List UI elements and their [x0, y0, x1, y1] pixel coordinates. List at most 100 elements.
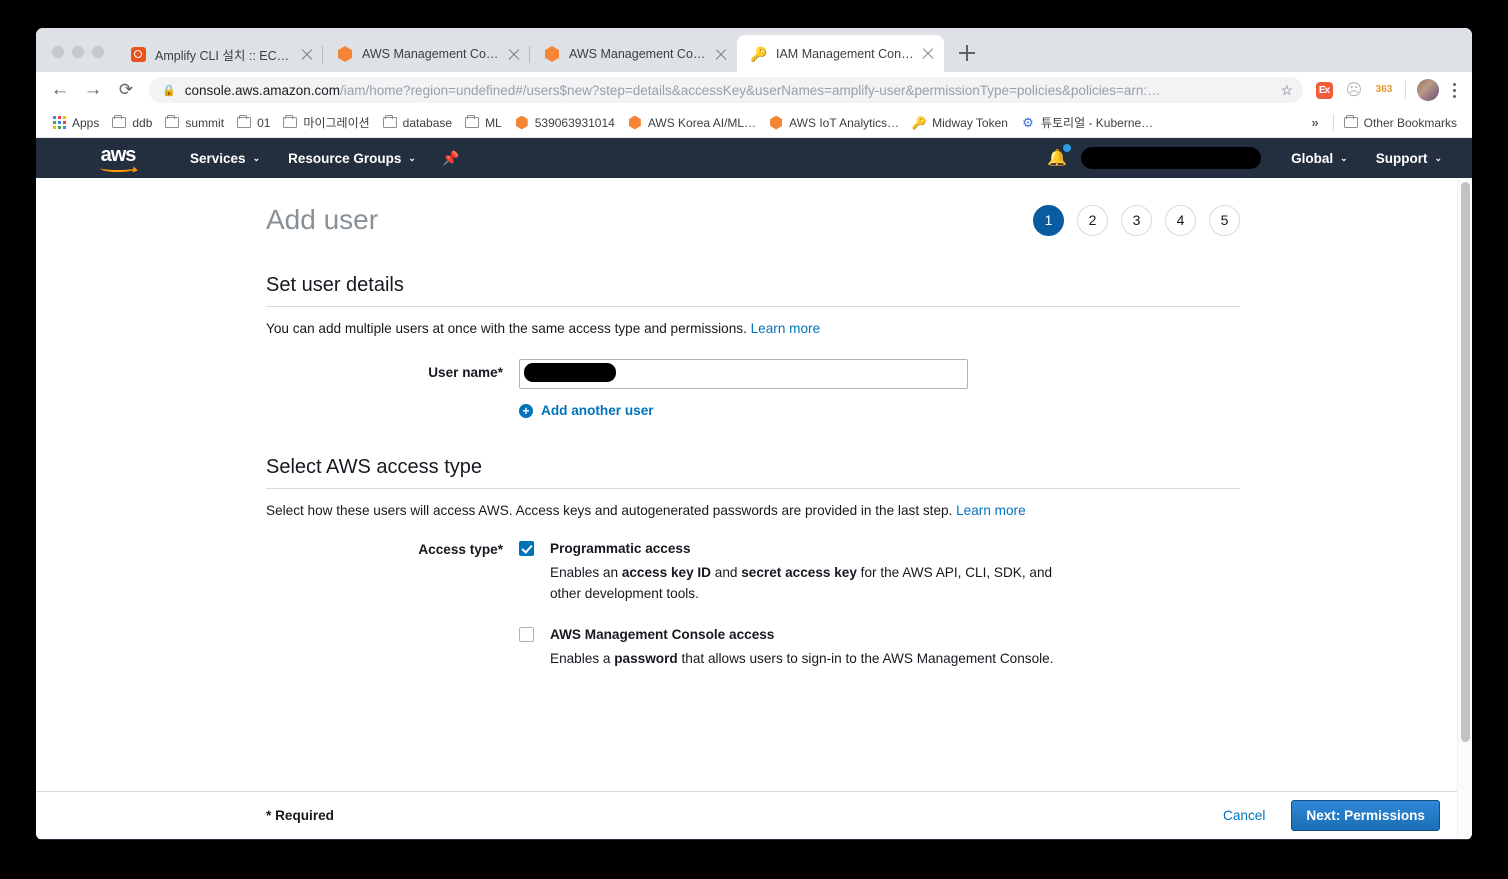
bookmark-star-icon[interactable]: ☆	[1280, 82, 1293, 99]
scrollbar-thumb[interactable]	[1461, 182, 1470, 742]
programmatic-access-texts: Programmatic access Enables an access ke…	[542, 540, 1075, 604]
access-type-options: Programmatic access Enables an access ke…	[519, 540, 1240, 669]
bookmark-migration[interactable]: 마이그레이션	[277, 112, 376, 133]
aws-logo[interactable]: aws	[88, 145, 148, 172]
key-icon: 🔑	[750, 45, 768, 62]
close-tab-icon[interactable]	[920, 46, 936, 62]
services-label: Services	[190, 150, 246, 166]
address-bar[interactable]: 🔒 console.aws.amazon.com/iam/home?region…	[149, 77, 1303, 103]
maximize-window-button[interactable]	[92, 46, 104, 58]
console-access-option[interactable]: AWS Management Console access Enables a …	[519, 626, 1240, 669]
close-tab-icon[interactable]	[299, 46, 315, 62]
step-5[interactable]: 5	[1209, 204, 1240, 236]
back-icon[interactable]: ←	[46, 76, 74, 104]
new-tab-button[interactable]	[952, 38, 982, 68]
step-2[interactable]: 2	[1077, 204, 1108, 236]
desc-part: Enables a	[550, 651, 615, 666]
ex-extension-icon[interactable]: Ex	[1312, 78, 1336, 102]
minimize-window-button[interactable]	[72, 46, 84, 58]
window-controls[interactable]	[36, 46, 116, 72]
add-another-user-button[interactable]: + Add another user	[519, 403, 1240, 418]
learn-more-link-user-details[interactable]: Learn more	[751, 321, 821, 336]
bookmarks-overflow-icon[interactable]: »	[1301, 115, 1328, 130]
bookmark-account-id[interactable]: 539063931014	[509, 114, 622, 132]
kebab-menu-icon[interactable]	[1444, 82, 1464, 98]
folder-icon	[111, 114, 127, 128]
bookmark-kubernetes-tutorial[interactable]: ⚙ 튜토리얼 - Kuberne…	[1015, 112, 1160, 133]
support-label: Support	[1375, 150, 1428, 166]
lock-icon: 🔒	[162, 84, 176, 97]
aws-cube-icon	[514, 115, 530, 130]
amplify-icon	[130, 46, 146, 62]
bookmark-label: ddb	[132, 115, 153, 130]
resource-groups-menu[interactable]: Resource Groups ⌄	[274, 138, 430, 178]
bookmark-01[interactable]: 01	[231, 114, 277, 132]
tab-title: AWS Management Console	[362, 47, 500, 61]
page-scrollbar[interactable]	[1457, 178, 1472, 839]
amazon-assistant-icon[interactable]: 363	[1372, 78, 1396, 102]
other-bookmarks-folder[interactable]: Other Bookmarks	[1338, 114, 1464, 132]
support-menu[interactable]: Support ⌄	[1362, 138, 1456, 178]
bookmark-midway-token[interactable]: 🔑 Midway Token	[906, 114, 1015, 132]
section-title-user-details: Set user details	[266, 274, 1240, 307]
section-description-access-type: Select how these users will access AWS. …	[266, 503, 1240, 518]
bookmark-label: database	[402, 115, 453, 130]
programmatic-access-title: Programmatic access	[550, 541, 691, 556]
close-tab-icon[interactable]	[506, 46, 522, 62]
browser-tab-3[interactable]: AWS Management Console	[530, 36, 737, 72]
toolbar-divider	[1405, 81, 1406, 99]
step-1[interactable]: 1	[1033, 204, 1064, 236]
bookmark-ddb[interactable]: ddb	[106, 114, 159, 132]
programmatic-access-description: Enables an access key ID and secret acce…	[550, 562, 1075, 604]
bookmark-label: 마이그레이션	[303, 116, 370, 130]
ghost-extension-icon[interactable]: ☹	[1342, 78, 1366, 102]
console-access-checkbox[interactable]	[519, 627, 534, 642]
region-menu[interactable]: Global ⌄	[1277, 138, 1362, 178]
browser-tab-1[interactable]: Amplify CLI 설치 :: ECS HoL	[116, 36, 323, 72]
chevron-down-icon: ⌄	[408, 152, 416, 163]
pin-icon[interactable]: 📌	[430, 150, 471, 167]
bookmark-database[interactable]: database	[377, 114, 459, 132]
section-description-user-details: You can add multiple users at once with …	[266, 321, 1240, 336]
reload-icon[interactable]: ⟳	[112, 76, 140, 104]
desc-part-bold: secret access key	[741, 565, 857, 580]
browser-tab-2[interactable]: AWS Management Console	[323, 36, 530, 72]
screen: Amplify CLI 설치 :: ECS HoL AWS Management…	[0, 0, 1508, 879]
learn-more-link-access-type[interactable]: Learn more	[956, 503, 1026, 518]
set-user-details-section: Set user details You can add multiple us…	[36, 274, 1472, 418]
desc-part: Enables an	[550, 565, 622, 580]
cancel-button[interactable]: Cancel	[1217, 807, 1271, 824]
bookmark-aws-iot-analytics[interactable]: AWS IoT Analytics…	[763, 114, 906, 132]
page-header: Add user 1 2 3 4 5	[36, 178, 1472, 236]
bookmark-aws-korea-aiml[interactable]: AWS Korea AI/ML…	[622, 114, 763, 132]
bookmark-label: AWS IoT Analytics…	[789, 115, 900, 130]
close-window-button[interactable]	[52, 46, 64, 58]
account-menu-redacted[interactable]	[1081, 147, 1262, 169]
username-row: User name*	[266, 359, 1240, 389]
programmatic-access-checkbox[interactable]	[519, 541, 534, 556]
forward-icon[interactable]: →	[79, 76, 107, 104]
next-permissions-button[interactable]: Next: Permissions	[1291, 800, 1440, 831]
browser-tab-4-active[interactable]: 🔑 IAM Management Console	[737, 35, 944, 72]
folder-icon	[164, 114, 180, 128]
console-access-title: AWS Management Console access	[550, 627, 775, 642]
step-indicator: 1 2 3 4 5	[1033, 204, 1240, 236]
apps-grid-icon	[51, 116, 67, 129]
bookmark-ml[interactable]: ML	[459, 114, 509, 132]
username-input[interactable]	[519, 359, 968, 389]
step-3[interactable]: 3	[1121, 204, 1152, 236]
browser-toolbar: ← → ⟳ 🔒 console.aws.amazon.com/iam/home?…	[36, 72, 1472, 108]
aws-wordmark: aws	[100, 143, 137, 166]
kubernetes-icon: ⚙	[1022, 114, 1034, 130]
plus-icon: +	[519, 403, 533, 418]
avatar[interactable]	[1417, 79, 1439, 101]
bookmark-summit[interactable]: summit	[159, 114, 231, 132]
step-4[interactable]: 4	[1165, 204, 1196, 236]
services-menu[interactable]: Services ⌄	[176, 138, 274, 178]
bell-icon[interactable]: 🔔	[1037, 144, 1077, 168]
bookmark-apps[interactable]: Apps	[46, 114, 106, 132]
bookmarks-divider	[1332, 114, 1334, 131]
chevron-down-icon: ⌄	[252, 152, 261, 163]
programmatic-access-option[interactable]: Programmatic access Enables an access ke…	[519, 540, 1240, 604]
close-tab-icon[interactable]	[713, 46, 729, 62]
